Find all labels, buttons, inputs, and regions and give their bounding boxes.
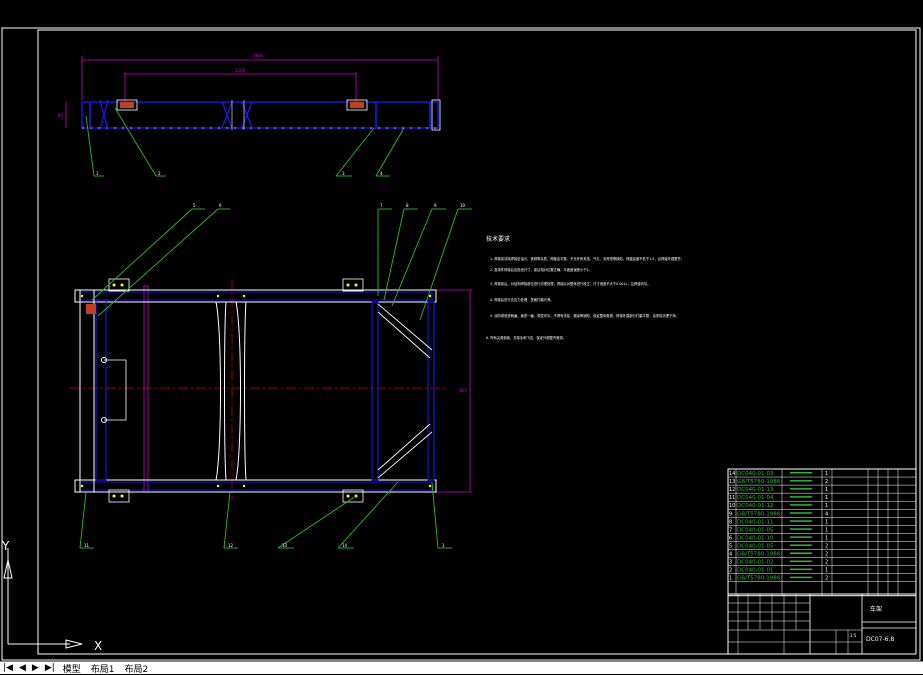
- bom-item-name-mark: [790, 488, 812, 490]
- dim-width: 800: [459, 388, 467, 393]
- bom-item-name-mark: [790, 512, 812, 514]
- bom-table: 14 DC040-01-03 113 GB/T5780-1986 212 DC040-01…: [727, 468, 917, 597]
- bom-item-qty: 1: [825, 535, 828, 541]
- bom-item-no: 14: [729, 471, 735, 477]
- bom-item-name-mark: [790, 528, 812, 530]
- bom-item-qty: 4: [825, 511, 828, 517]
- tab-nav-prev[interactable]: ◀: [16, 663, 29, 673]
- tech-item-5: 5. 涂防锈底漆两遍，面漆一遍，漆层均匀，不得有流挂、漏涂等缺陷，保证整体美观，…: [490, 313, 679, 318]
- tech-title: 技术要求: [486, 235, 510, 243]
- bom-item-code: DC040-01-04: [737, 495, 774, 501]
- bom-item-no: 13: [729, 479, 735, 485]
- bom-item-qty: 2: [825, 479, 828, 485]
- bom-item-name-mark: [790, 552, 812, 554]
- balloon-bot-14: 14: [342, 543, 348, 548]
- bom-item-code: DC040-01-01: [737, 568, 774, 574]
- bom-item-qty: 2: [825, 560, 828, 566]
- bom-item-code: DC040-01-02: [737, 560, 774, 566]
- bom-item-code: DC040-01-03: [737, 471, 774, 477]
- tech-item-6: 6. 所有尖角倒钝，去除毛刺飞边，保证外观整齐美观。: [486, 335, 566, 340]
- bom-item-name-mark: [790, 480, 812, 482]
- dim-overall: 1800: [253, 53, 264, 58]
- bom-item-code: DC040-01-10: [737, 535, 774, 541]
- drawing-scale: 1:5: [850, 633, 857, 638]
- bom-item-qty: 1: [825, 519, 828, 525]
- bom-item-qty: 2: [825, 552, 828, 558]
- bom-item-code: GB/T5780-1986: [737, 511, 781, 517]
- bom-item-code: GB/T5780-1986: [737, 576, 781, 582]
- bom-item-no: 2: [729, 568, 732, 574]
- bom-item-code: GB/T5780-1986: [737, 552, 781, 558]
- bom-item-name-mark: [790, 472, 812, 474]
- tech-item-4: 4. 焊接后进行去应力处理，表面打磨光滑。: [490, 297, 554, 302]
- bom-item-no: 9: [729, 511, 732, 517]
- tab-nav-first[interactable]: |◀: [0, 663, 16, 673]
- bom-item-qty: 1: [825, 495, 828, 501]
- bom-item-no: 6: [729, 535, 732, 541]
- balloon-bot-11: 11: [84, 543, 90, 548]
- tech-item-2: 2. 各零件焊接后应检查尺寸，保证相对位置正确，平面度误差小于2。: [490, 267, 592, 272]
- bom-item-code: DC040-01-11: [737, 519, 774, 525]
- bom-item-code: DC040-01-05: [737, 527, 774, 533]
- dim-inner: 1200: [235, 68, 246, 73]
- bom-item-qty: 2: [825, 576, 828, 582]
- ucs-y-label: Y: [1, 539, 10, 553]
- bom-item-no: 1: [729, 576, 732, 582]
- bom-item-no: 10: [729, 503, 735, 509]
- bom-item-qty: 1: [825, 487, 828, 493]
- bom-item-no: 4: [729, 552, 732, 558]
- bom-item-name-mark: [790, 496, 812, 498]
- bom-item-qty: 2: [825, 543, 828, 549]
- drawing-name: 车架: [870, 605, 882, 613]
- balloon-bot-12: 12: [228, 543, 234, 548]
- tech-item-3: 3. 焊接前后，对结构焊接部位进行清理处理，焊接后对整体进行校正，尺寸误差不大于…: [490, 281, 651, 286]
- bom-item-code: DC040-01-13: [737, 487, 774, 493]
- balloon-bot-13: 13: [282, 543, 288, 548]
- bom-item-qty: 1: [825, 471, 828, 477]
- tab-nav-next[interactable]: ▶: [29, 663, 42, 673]
- bom-item-no: 12: [729, 487, 735, 493]
- bom-item-no: 5: [729, 543, 732, 549]
- tab-nav-last[interactable]: ▶|: [42, 663, 58, 673]
- bom-item-name-mark: [790, 576, 812, 579]
- bom-item-code: GB/T5780-1986: [737, 479, 781, 485]
- bom-item-name-mark: [790, 560, 812, 563]
- dim-height: 80: [58, 113, 64, 118]
- tech-item-1: 1. 焊接前清除焊接处油污、铁锈等杂质，焊缝应平整，不允许有夹渣、气孔、未焊透等…: [490, 256, 684, 261]
- cad-drawing-canvas[interactable]: 1800 1200 80 1 2 3 4 800 5 6 7 8 9 10 11…: [0, 0, 923, 673]
- drawing-no: DC07-6.8: [866, 636, 894, 643]
- bom-item-no: 7: [729, 527, 732, 533]
- bom-item-no: 11: [729, 495, 735, 501]
- bom-item-qty: 1: [825, 568, 828, 574]
- layout-tab-bar: |◀ ◀ ▶ ▶| 模型 布局1 布局2: [0, 661, 923, 675]
- bom-item-name-mark: [790, 568, 812, 571]
- bom-item-qty: 1: [825, 527, 828, 533]
- ucs-x-label: X: [94, 639, 102, 653]
- bom-item-code: DC040-01-05: [737, 543, 774, 549]
- bom-item-code: DC040-01-12: [737, 503, 774, 509]
- bom-item-no: 8: [729, 519, 732, 525]
- bom-item-name-mark: [790, 536, 812, 538]
- balloon-mid-10: 10: [460, 203, 466, 208]
- bom-item-name-mark: [790, 544, 812, 546]
- bom-item-qty: 1: [825, 503, 828, 509]
- bom-item-name-mark: [790, 520, 812, 522]
- bom-item-no: 3: [729, 560, 732, 566]
- bom-item-name-mark: [790, 504, 812, 506]
